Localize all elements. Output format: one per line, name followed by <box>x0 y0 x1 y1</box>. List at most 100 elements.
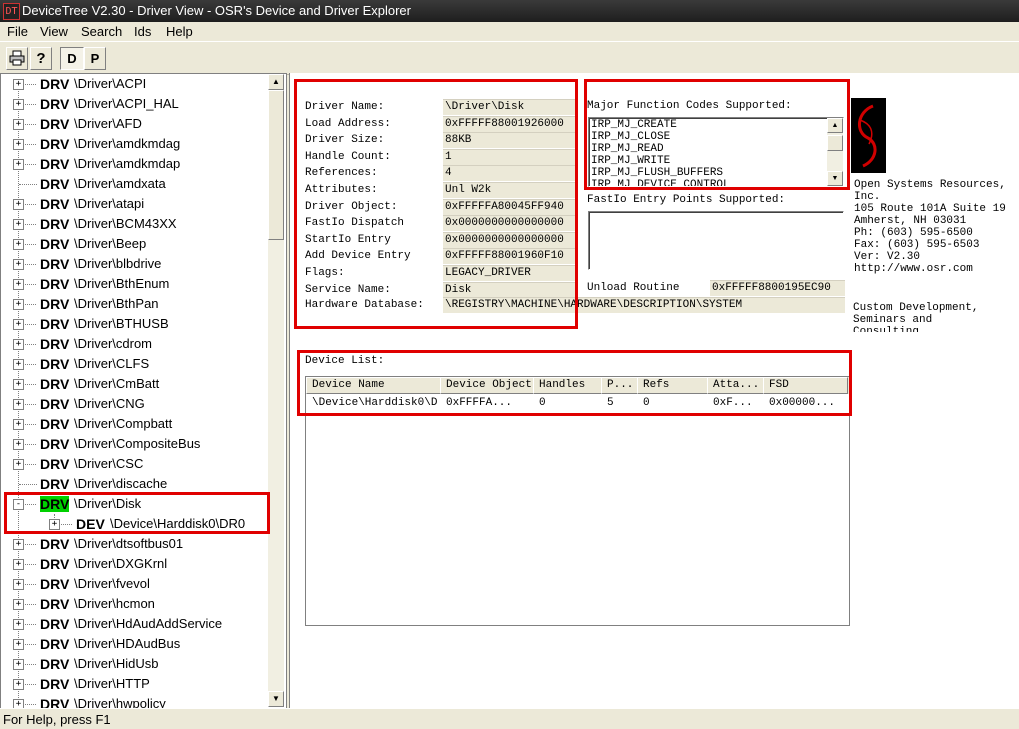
expand-icon[interactable]: + <box>13 359 24 370</box>
expand-icon[interactable]: + <box>13 139 24 150</box>
tree-driver-node[interactable]: + DRV \Driver\BTHUSB <box>1 314 269 334</box>
about-button[interactable]: ? <box>30 47 52 70</box>
column-header[interactable]: Handles <box>533 377 602 394</box>
expand-icon[interactable]: + <box>13 639 24 650</box>
expand-icon[interactable]: + <box>13 119 24 130</box>
tree-driver-node[interactable]: + DRV \Driver\BthPan <box>1 294 269 314</box>
expand-icon[interactable]: + <box>13 99 24 110</box>
column-header[interactable]: P... <box>601 377 638 394</box>
tree-driver-node[interactable]: + DRV \Driver\HdAudAddService <box>1 614 269 634</box>
expand-icon[interactable]: + <box>13 279 24 290</box>
tree-device-node[interactable]: + DEV \Device\Harddisk0\DR0 <box>1 514 269 534</box>
tree-driver-node[interactable]: + DRV \Driver\hcmon <box>1 594 269 614</box>
scroll-up-icon[interactable]: ▲ <box>268 74 284 90</box>
expand-icon[interactable]: + <box>13 79 24 90</box>
tree-driver-node[interactable]: DRV \Driver\amdxata <box>1 174 269 194</box>
expand-icon[interactable]: + <box>13 319 24 330</box>
tree-driver-node[interactable]: + DRV \Driver\BCM43XX <box>1 214 269 234</box>
expand-icon[interactable]: + <box>13 459 24 470</box>
collapse-icon[interactable]: - <box>13 499 24 510</box>
expand-icon[interactable]: + <box>13 619 24 630</box>
tree-driver-node[interactable]: + DRV \Driver\amdkmdap <box>1 154 269 174</box>
node-path: \Driver\amdkmdag <box>74 136 181 151</box>
major-function-item[interactable]: IRP_MJ_DEVICE_CONTROL <box>591 179 730 186</box>
tree-driver-node[interactable]: + DRV \Driver\Compbatt <box>1 414 269 434</box>
major-function-item[interactable]: IRP_MJ_WRITE <box>591 155 670 167</box>
expand-icon[interactable]: + <box>13 299 24 310</box>
tree-driver-node[interactable]: + DRV \Driver\BthEnum <box>1 274 269 294</box>
scroll-down-icon[interactable]: ▼ <box>268 691 284 707</box>
tree-driver-node[interactable]: + DRV \Driver\HDAudBus <box>1 634 269 654</box>
expand-icon[interactable]: + <box>13 239 24 250</box>
expand-icon[interactable]: + <box>13 259 24 270</box>
menu-file[interactable]: File <box>7 24 28 39</box>
detail-value: \Driver\Disk <box>443 99 577 116</box>
tree-driver-node[interactable]: + DRV \Driver\atapi <box>1 194 269 214</box>
expand-icon[interactable]: + <box>13 399 24 410</box>
menu-help[interactable]: Help <box>166 24 193 39</box>
device-view-button[interactable]: P <box>84 47 106 70</box>
expand-icon[interactable]: + <box>13 339 24 350</box>
menu-search[interactable]: Search <box>81 24 122 39</box>
tree-driver-node[interactable]: + DRV \Driver\HTTP <box>1 674 269 694</box>
tree-driver-node[interactable]: + DRV \Driver\Beep <box>1 234 269 254</box>
tree-driver-node[interactable]: + DRV \Driver\blbdrive <box>1 254 269 274</box>
tree-driver-node[interactable]: + DRV \Driver\DXGKrnl <box>1 554 269 574</box>
tree-driver-node[interactable]: + DRV \Driver\CNG <box>1 394 269 414</box>
column-header[interactable]: FSD <box>763 377 848 394</box>
print-button[interactable] <box>6 47 28 70</box>
expand-icon[interactable]: + <box>13 379 24 390</box>
major-scroll-up-icon[interactable]: ▲ <box>827 118 843 133</box>
major-scroll-thumb[interactable] <box>827 135 843 151</box>
major-function-item[interactable]: IRP_MJ_CREATE <box>591 119 677 131</box>
tree-driver-node[interactable]: + DRV \Driver\HidUsb <box>1 654 269 674</box>
major-function-item[interactable]: IRP_MJ_FLUSH_BUFFERS <box>591 167 723 179</box>
fastio-listbox[interactable] <box>588 211 844 270</box>
status-bar: For Help, press F1 <box>0 708 1019 729</box>
major-function-item[interactable]: IRP_MJ_READ <box>591 143 664 155</box>
column-header[interactable]: Device Object <box>440 377 534 394</box>
device-list-view[interactable]: Device Name Device Object Handles P... Refs A… <box>305 376 850 626</box>
scroll-thumb[interactable] <box>268 90 284 240</box>
expand-icon[interactable]: + <box>13 419 24 430</box>
expand-icon[interactable]: + <box>13 439 24 450</box>
major-scroll-down-icon[interactable]: ▼ <box>827 171 843 186</box>
expand-icon[interactable]: + <box>13 199 24 210</box>
major-function-item[interactable]: IRP_MJ_CLOSE <box>591 131 670 143</box>
tree-driver-node[interactable]: DRV \Driver\discache <box>1 474 269 494</box>
tree-driver-node[interactable]: + DRV \Driver\CmBatt <box>1 374 269 394</box>
node-path: \Driver\atapi <box>74 196 145 211</box>
menu-ids[interactable]: Ids <box>134 24 151 39</box>
expand-icon[interactable]: + <box>13 599 24 610</box>
expand-icon[interactable]: + <box>13 559 24 570</box>
expand-icon[interactable]: + <box>13 159 24 170</box>
tree-driver-node[interactable]: + DRV \Driver\CLFS <box>1 354 269 374</box>
expand-icon[interactable]: + <box>49 519 60 530</box>
menu-view[interactable]: View <box>40 24 68 39</box>
tree-driver-node[interactable]: + DRV \Driver\AFD <box>1 114 269 134</box>
expand-icon[interactable]: + <box>13 539 24 550</box>
node-path: \Driver\HidUsb <box>74 656 159 671</box>
column-header[interactable]: Atta... <box>707 377 764 394</box>
tree-driver-node[interactable]: + DRV \Driver\CSC <box>1 454 269 474</box>
tree-driver-node[interactable]: + DRV \Driver\ACPI <box>1 74 269 94</box>
tree-driver-node[interactable]: - DRV \Driver\Disk <box>1 494 269 514</box>
expand-icon[interactable]: + <box>13 219 24 230</box>
driver-view-button[interactable]: D <box>60 47 84 70</box>
tree-driver-node[interactable]: + DRV \Driver\ACPI_HAL <box>1 94 269 114</box>
major-function-listbox[interactable]: IRP_MJ_CREATE IRP_MJ_CLOSE IRP_MJ_READ IRP_… <box>588 117 844 187</box>
tree-driver-node[interactable]: + DRV \Driver\cdrom <box>1 334 269 354</box>
expand-icon[interactable]: + <box>13 659 24 670</box>
column-header[interactable]: Refs <box>637 377 708 394</box>
expand-icon[interactable]: + <box>13 679 24 690</box>
tree-driver-node[interactable]: + DRV \Driver\dtsoftbus01 <box>1 534 269 554</box>
tree-driver-node[interactable]: + DRV \Driver\fvevol <box>1 574 269 594</box>
expand-icon[interactable]: + <box>13 579 24 590</box>
tree-driver-node[interactable]: + DRV \Driver\CompositeBus <box>1 434 269 454</box>
device-list-row[interactable]: \Device\Harddisk0\DR0 0xFFFFA... 0 5 0 0xF...… <box>306 395 849 412</box>
tree-scrollbar[interactable]: ▲ ▼ <box>268 74 284 707</box>
tree-driver-node[interactable]: + DRV \Driver\amdkmdag <box>1 134 269 154</box>
major-scrollbar[interactable]: ▲ ▼ <box>827 118 843 186</box>
driver-tree[interactable]: + DRV \Driver\ACPI + DRV \Driver\ACPI_HAL + DRV… <box>0 73 287 710</box>
column-header[interactable]: Device Name <box>306 377 441 394</box>
